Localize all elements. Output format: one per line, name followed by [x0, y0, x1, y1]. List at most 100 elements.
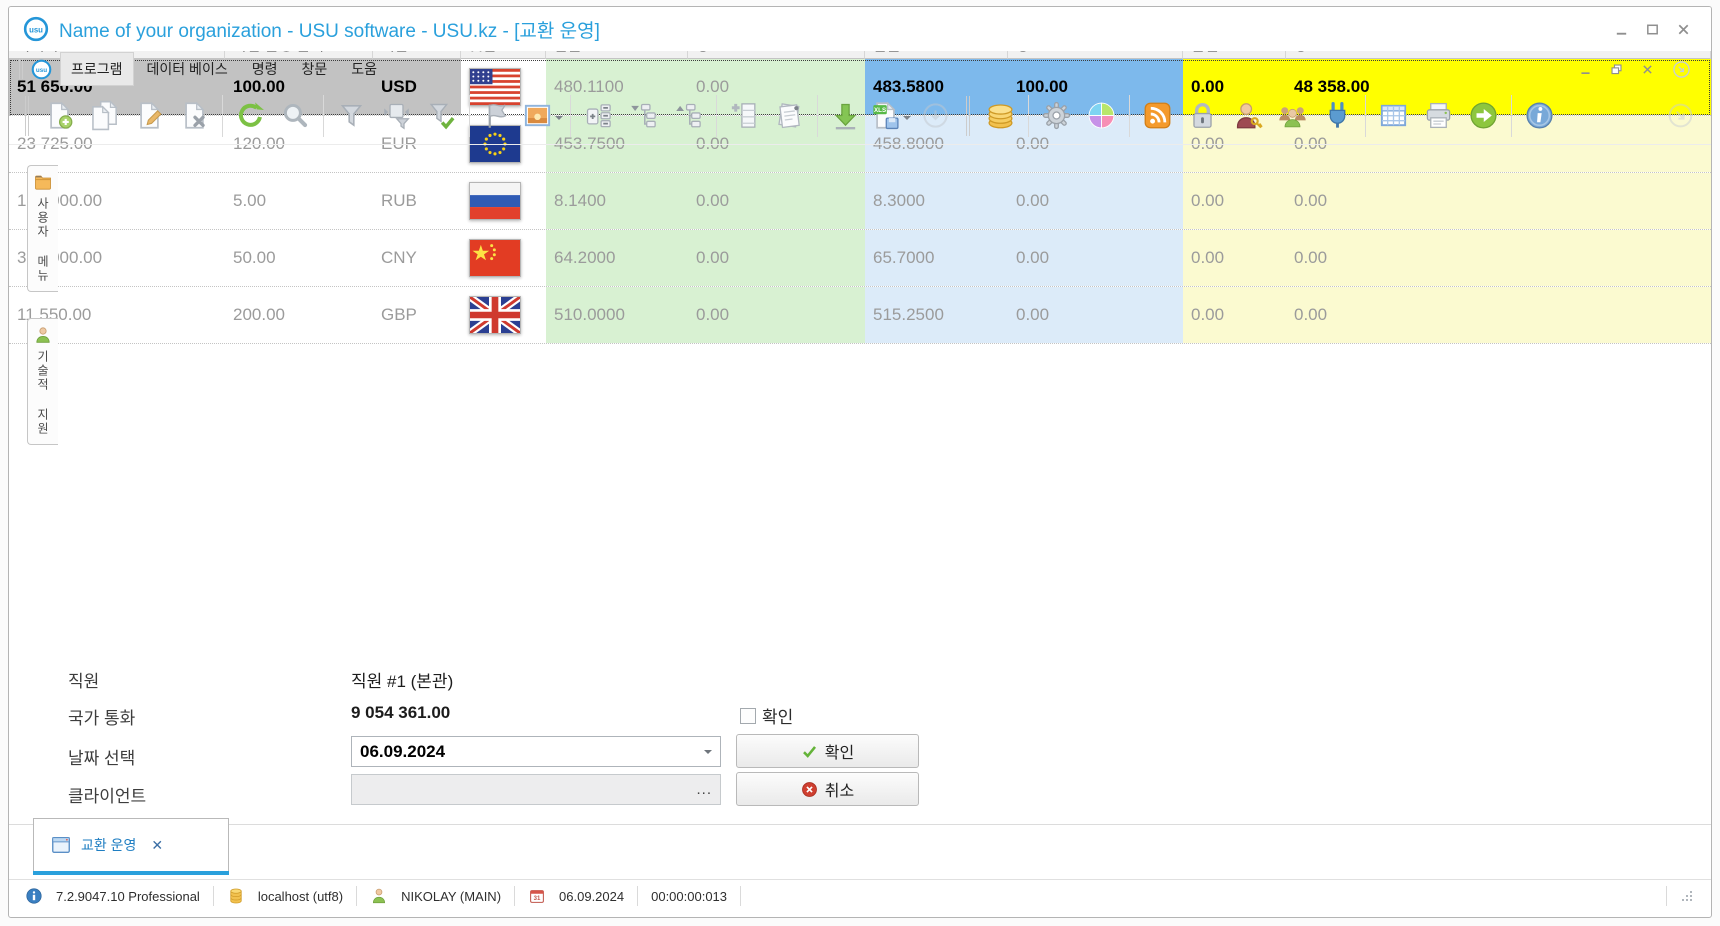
menu-item[interactable]: 창문	[290, 52, 338, 86]
cell-sell_amount[interactable]: 0.00	[1008, 287, 1183, 343]
go-next-icon[interactable]	[1461, 91, 1506, 141]
table-row-cny[interactable]: 313 000.00 50.00 CNY 64.2000 0.00 65.7000 0.00…	[9, 230, 1711, 287]
dropdown-caret-icon[interactable]	[555, 116, 563, 124]
cell-discount[interactable]: 0.00	[1183, 287, 1286, 343]
cancel-button[interactable]: 취소	[736, 772, 919, 806]
colors-icon[interactable]	[1079, 91, 1124, 141]
tab-exchange-operations[interactable]: 교환 운영 ✕	[33, 818, 229, 875]
cell-buy_rate[interactable]: 8.1400	[546, 173, 688, 229]
add-column-icon[interactable]	[722, 91, 767, 141]
cell-national_amount[interactable]: 0.00	[1286, 173, 1711, 229]
date-input[interactable]: 06.09.2024	[351, 736, 721, 767]
cell-sell_rate[interactable]: 515.2500	[865, 287, 1008, 343]
cell-bank_rate[interactable]: 5.00	[225, 173, 373, 229]
users-icon[interactable]	[1270, 91, 1315, 141]
toolbar-separator	[1129, 94, 1130, 137]
cell-bank_rate[interactable]: 200.00	[225, 287, 373, 343]
cell-bank_rate[interactable]: 50.00	[225, 230, 373, 286]
expand-toolbar-icon	[1658, 91, 1703, 141]
close-button[interactable]	[1676, 22, 1691, 37]
info-icon[interactable]	[1517, 91, 1562, 141]
maximize-button[interactable]	[1645, 22, 1660, 37]
client-input[interactable]: ...	[351, 774, 721, 805]
cell-name[interactable]: RUB	[373, 173, 461, 229]
cell-name[interactable]: GBP	[373, 287, 461, 343]
date-dropdown-icon[interactable]	[704, 750, 712, 758]
active-tab-underline	[33, 871, 229, 875]
toolbar-separator	[222, 94, 223, 137]
cell-sell_rate[interactable]: 65.7000	[865, 230, 1008, 286]
confirm-button[interactable]: 확인	[736, 734, 919, 768]
menu-overflow-icon[interactable]	[1672, 60, 1691, 79]
filter-check-icon[interactable]	[419, 91, 464, 141]
side-tab-user-menu[interactable]: 사용자 메뉴	[27, 165, 58, 292]
national-currency-value: 9 054 361.00	[351, 703, 451, 722]
filter-icon[interactable]	[329, 91, 374, 141]
client-browse-button[interactable]: ...	[696, 781, 712, 798]
cell-buy_rate[interactable]: 510.0000	[546, 287, 688, 343]
flag-icon[interactable]	[475, 91, 520, 141]
levels-icon[interactable]	[576, 91, 621, 141]
cell-buy_rate[interactable]: 64.2000	[546, 230, 688, 286]
import-icon[interactable]	[823, 91, 868, 141]
print-icon[interactable]	[1416, 91, 1461, 141]
dropdown-caret-icon[interactable]	[903, 116, 911, 124]
rss-icon[interactable]	[1135, 91, 1180, 141]
toolbar-separator	[1028, 94, 1029, 137]
table-row-gbp[interactable]: 11 550.00 200.00 GBP 510.0000 0.00 515.2500 0.…	[9, 287, 1711, 344]
toolbar-separator	[716, 94, 717, 137]
copy-document-icon[interactable]	[82, 91, 127, 141]
tree-collapse-icon[interactable]	[621, 91, 666, 141]
cell-buy_amount[interactable]: 0.00	[688, 173, 865, 229]
child-close-button[interactable]	[1641, 63, 1654, 76]
menu-item[interactable]: 도움	[340, 52, 388, 86]
tree-expand-icon[interactable]	[666, 91, 711, 141]
cell-discount[interactable]: 0.00	[1183, 230, 1286, 286]
child-restore-button[interactable]	[1610, 63, 1623, 76]
delete-document-icon[interactable]	[172, 91, 217, 141]
filter-columns-icon[interactable]	[374, 91, 419, 141]
table-row-rub[interactable]: 184 000.00 5.00 RUB 8.1400 0.00 8.3000 0.00 0.0…	[9, 173, 1711, 230]
menu-item[interactable]: 명령	[241, 52, 289, 86]
search-icon[interactable]	[273, 91, 318, 141]
child-minimize-button[interactable]	[1579, 63, 1592, 76]
resize-grip[interactable]	[1679, 888, 1695, 904]
cell-sell_amount[interactable]: 0.00	[1008, 230, 1183, 286]
edit-document-icon[interactable]	[127, 91, 172, 141]
picture-icon[interactable]	[520, 91, 565, 141]
menu-items: 프로그램 데이터 베이스 명령 창문 도움	[60, 52, 390, 86]
cell-buy_amount[interactable]: 0.00	[688, 230, 865, 286]
flag-cn-icon	[469, 239, 521, 277]
status-date: 06.09.2024	[559, 888, 625, 904]
toolbar: XLS	[9, 87, 1711, 145]
refresh-icon[interactable]	[228, 91, 273, 141]
more-circle-icon	[913, 91, 958, 141]
cell-name[interactable]: CNY	[373, 230, 461, 286]
lock-icon[interactable]	[1180, 91, 1225, 141]
user-key-icon[interactable]	[1225, 91, 1270, 141]
tab-close-icon[interactable]: ✕	[151, 837, 163, 854]
minimize-button[interactable]	[1614, 22, 1629, 37]
menu-item[interactable]: 프로그램	[60, 52, 134, 86]
grid-icon[interactable]	[1371, 91, 1416, 141]
side-tab-strip: 사용자 메뉴기술적 지원	[27, 165, 58, 471]
coins-icon[interactable]	[978, 91, 1023, 141]
folder-icon	[33, 172, 53, 197]
new-document-icon[interactable]	[37, 91, 82, 141]
cell-national_amount[interactable]: 0.00	[1286, 230, 1711, 286]
flag-ru-icon	[469, 182, 521, 220]
export-xls-icon[interactable]: XLS	[868, 91, 913, 141]
settings-icon[interactable]	[1034, 91, 1079, 141]
side-tab-tech-support[interactable]: 기술적 지원	[27, 318, 58, 445]
cell-sell_rate[interactable]: 8.3000	[865, 173, 1008, 229]
cell-discount[interactable]: 0.00	[1183, 173, 1286, 229]
cell-national_amount[interactable]: 0.00	[1286, 287, 1711, 343]
menu-item[interactable]: 데이터 베이스	[136, 52, 239, 86]
title-bar: usu Name of your organization - USU soft…	[9, 7, 1711, 51]
cell-buy_amount[interactable]: 0.00	[688, 287, 865, 343]
toolbar-separator	[469, 94, 470, 137]
confirm-checkbox[interactable]	[740, 707, 756, 724]
cell-sell_amount[interactable]: 0.00	[1008, 173, 1183, 229]
plug-icon[interactable]	[1315, 91, 1360, 141]
reports-icon[interactable]	[767, 91, 812, 141]
